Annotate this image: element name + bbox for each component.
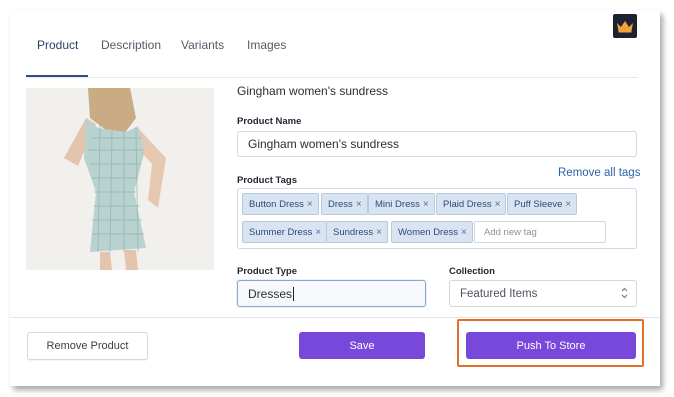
tags-input-box[interactable]: Button Dress × Dress × Mini Dress × Plaid D…: [237, 188, 637, 249]
tag-label: Summer Dress: [249, 226, 313, 238]
footer-divider: [10, 317, 660, 318]
tag-remove-icon[interactable]: ×: [565, 199, 571, 210]
collection-label: Collection: [449, 266, 495, 277]
tab-bar: Product Description Variants Images: [26, 34, 638, 78]
tag-label: Puff Sleeve: [514, 198, 563, 210]
tag-chip: Button Dress ×: [242, 193, 319, 215]
crown-icon: [617, 21, 633, 33]
collection-select[interactable]: Featured Items: [449, 280, 637, 307]
product-name-input[interactable]: Gingham women's sundress: [237, 131, 637, 157]
tab-product[interactable]: Product: [37, 34, 78, 78]
tag-remove-icon[interactable]: ×: [495, 199, 501, 210]
tag-chip: Mini Dress ×: [368, 193, 435, 215]
product-type-input[interactable]: Dresses: [237, 280, 426, 307]
product-type-value: Dresses: [248, 286, 293, 301]
tag-label: Women Dress: [398, 226, 459, 238]
push-to-store-button[interactable]: Push To Store: [466, 332, 636, 359]
tab-variants[interactable]: Variants: [181, 34, 224, 78]
tab-description[interactable]: Description: [101, 34, 161, 78]
add-tag-input[interactable]: Add new tag: [474, 221, 606, 243]
collection-value: Featured Items: [460, 287, 538, 300]
tag-chip: Sundress ×: [326, 221, 388, 243]
tag-chip: Plaid Dress ×: [436, 193, 507, 215]
active-tab-indicator: [26, 75, 88, 77]
tag-remove-icon[interactable]: ×: [376, 227, 382, 238]
product-title: Gingham women's sundress: [237, 84, 389, 98]
tag-remove-icon[interactable]: ×: [356, 199, 362, 210]
tag-label: Sundress: [333, 226, 374, 238]
product-image: [26, 88, 214, 270]
tag-label: Dress: [328, 198, 353, 210]
tab-images[interactable]: Images: [247, 34, 286, 78]
tag-chip: Dress ×: [321, 193, 368, 215]
tag-chip: Summer Dress ×: [242, 221, 328, 243]
save-button[interactable]: Save: [299, 332, 425, 359]
product-name-label: Product Name: [237, 116, 302, 127]
select-arrows-icon: [621, 287, 628, 301]
product-editor-card: Product Description Variants Images Ging…: [10, 10, 660, 386]
product-tags-label: Product Tags: [237, 175, 297, 186]
tag-label: Mini Dress: [375, 198, 420, 210]
tag-label: Plaid Dress: [443, 198, 492, 210]
tag-remove-icon[interactable]: ×: [307, 199, 313, 210]
product-type-label: Product Type: [237, 266, 297, 277]
tag-remove-icon[interactable]: ×: [423, 199, 429, 210]
remove-all-tags-link[interactable]: Remove all tags: [558, 167, 640, 179]
tag-chip: Women Dress ×: [391, 221, 473, 243]
text-cursor: [293, 286, 295, 301]
tag-chip: Puff Sleeve ×: [507, 193, 578, 215]
tag-remove-icon[interactable]: ×: [461, 227, 467, 238]
remove-product-button[interactable]: Remove Product: [27, 332, 148, 360]
tag-label: Button Dress: [249, 198, 304, 210]
tag-remove-icon[interactable]: ×: [315, 227, 321, 238]
